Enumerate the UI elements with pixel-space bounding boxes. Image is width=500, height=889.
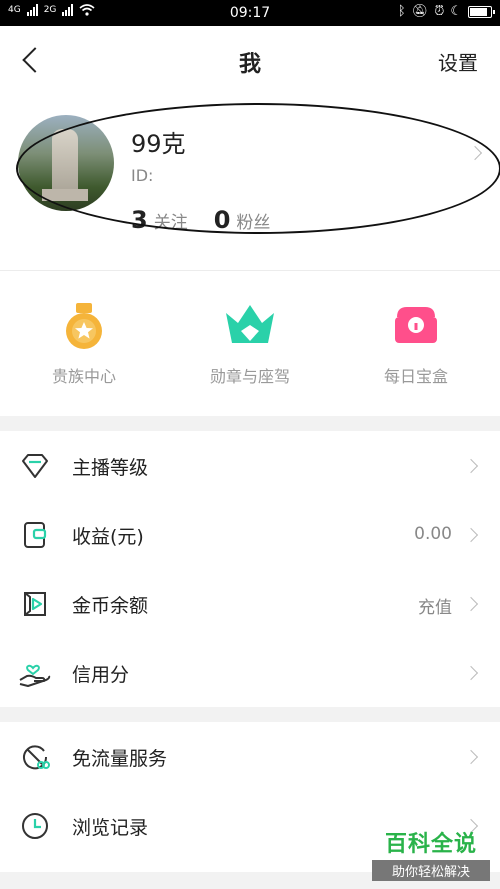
followers-count[interactable]: 0 [214, 206, 231, 234]
top-nav-bar: 我 设置 [0, 26, 500, 96]
menu-item-host-level[interactable]: 主播等级 [0, 431, 500, 500]
chevron-right-icon [463, 818, 479, 834]
shortcut-bar: 贵族中心 勋章与座驾 每日宝盒 [0, 271, 500, 416]
menu-item-coin-balance[interactable]: 金币余额 充值 [0, 569, 500, 638]
following-label[interactable]: 关注 [154, 208, 188, 233]
heart-hand-icon [19, 664, 51, 687]
back-button[interactable] [16, 43, 48, 79]
menu-item-label: 免流量服务 [72, 748, 168, 770]
battery-fill [470, 7, 487, 16]
menu-item-free-data[interactable]: 免流量服务 [0, 722, 500, 791]
avatar[interactable] [18, 115, 114, 211]
profile-stats: 3 关注 0 粉丝 [131, 206, 290, 234]
followers-label[interactable]: 粉丝 [236, 208, 270, 233]
data-free-icon [23, 745, 50, 770]
following-count[interactable]: 3 [131, 206, 148, 234]
battery-icon [468, 5, 495, 18]
menu-item-label: 主播等级 [72, 457, 149, 479]
chevron-right-icon [463, 749, 479, 765]
status-right: ᛒ 🔕︎ ⏰︎ ☾ [397, 4, 495, 19]
status-bar: 4G 2G 09:17 ᛒ 🔕︎ ⏰︎ ☾ [0, 0, 500, 26]
noble-medal-icon [57, 301, 111, 351]
settings-button[interactable]: 设置 [438, 47, 478, 76]
profile-card[interactable]: 99克 ID: 3 关注 0 粉丝 [0, 96, 500, 272]
treasure-box-icon [389, 301, 443, 351]
page-title: 我 [238, 52, 261, 77]
user-id: ID: [131, 166, 154, 185]
diamond-icon [22, 454, 48, 478]
menu-section-2: 免流量服务 浏览记录 [0, 722, 500, 872]
menu-section-1: 主播等级 收益(元) 0.00 金币余额 充值 信用分 [0, 431, 500, 707]
menu-item-label: 金币余额 [72, 595, 149, 617]
crown-icon [223, 301, 277, 351]
avatar-base-shape [42, 189, 88, 201]
shortcut-noble-center[interactable]: 贵族中心 [14, 301, 154, 387]
wallet-icon [24, 522, 47, 548]
alarm-icon: ⏰︎ [434, 4, 445, 19]
shortcut-medals-vehicles[interactable]: 勋章与座驾 [180, 301, 320, 387]
recharge-link[interactable]: 充值 [418, 593, 452, 618]
chevron-right-icon [463, 665, 479, 681]
bluetooth-icon: ᛒ [397, 4, 406, 19]
menu-item-browse-history[interactable]: 浏览记录 [0, 791, 500, 860]
chevron-right-icon [463, 596, 479, 612]
mute-icon: 🔕︎ [411, 4, 429, 19]
avatar-statue-shape [52, 129, 78, 195]
menu-item-label: 收益(元) [72, 526, 144, 548]
clock-icon [22, 813, 48, 839]
menu-item-label: 信用分 [72, 664, 130, 686]
shortcut-label: 每日宝盒 [383, 367, 448, 386]
chevron-right-icon [463, 458, 479, 474]
coin-play-icon [24, 592, 46, 616]
menu-item-credit-score[interactable]: 信用分 [0, 638, 500, 707]
shortcut-label: 贵族中心 [51, 367, 116, 386]
menu-item-earnings[interactable]: 收益(元) 0.00 [0, 500, 500, 569]
moon-icon: ☾ [450, 4, 462, 19]
shortcut-label: 勋章与座驾 [209, 367, 290, 386]
menu-item-label: 浏览记录 [72, 817, 149, 839]
nickname: 99克 [131, 130, 186, 158]
earnings-value: 0.00 [414, 524, 452, 544]
chevron-right-icon [463, 527, 479, 543]
shortcut-daily-box[interactable]: 每日宝盒 [346, 301, 486, 387]
chevron-right-icon [467, 145, 483, 161]
